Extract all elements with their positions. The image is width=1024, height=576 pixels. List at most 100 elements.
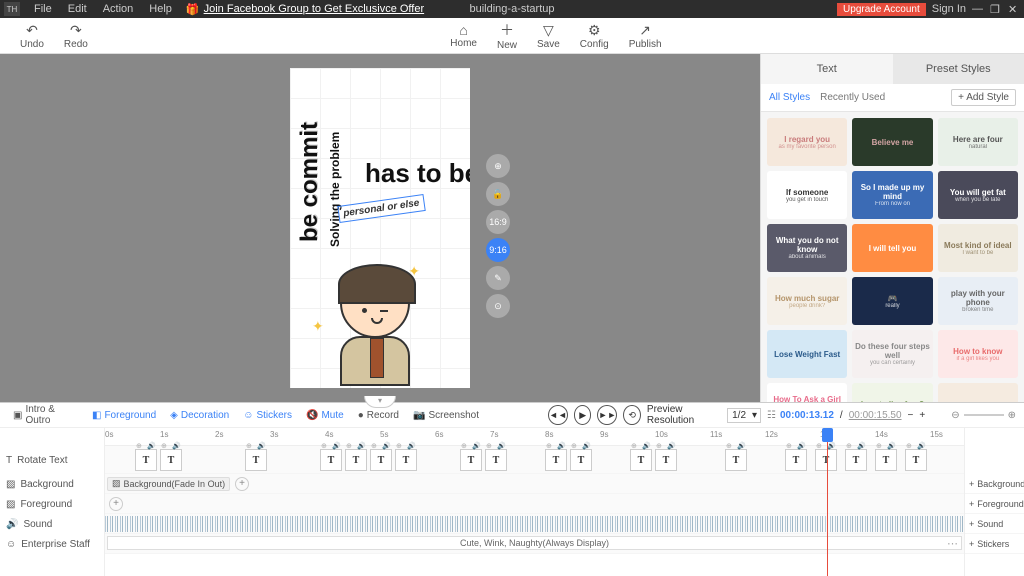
background-track[interactable]: ▨Background(Fade In Out) + <box>105 474 964 494</box>
style-card[interactable]: How much sugarpeople drink? <box>767 277 847 325</box>
add-foreground-button[interactable]: + Foreground <box>965 494 1024 514</box>
stickers-button[interactable]: ☺ Stickers <box>238 410 297 421</box>
save-button[interactable]: ▽Save <box>527 22 570 50</box>
style-card[interactable]: So I made up my mindFrom now on <box>852 171 932 219</box>
time-minus[interactable]: − <box>908 410 914 421</box>
style-card[interactable]: You will get fatwhen you be late <box>938 171 1018 219</box>
foreground-track[interactable]: + <box>105 494 964 514</box>
track-label-text[interactable]: TRotate Text <box>0 446 104 474</box>
intro-outro-button[interactable]: ▣ Intro & Outro <box>8 404 83 426</box>
text-clip[interactable]: ⊕🔊T <box>460 449 482 471</box>
staff-clip[interactable]: Cute, Wink, Naughty(Always Display) <box>107 536 962 550</box>
text-clip[interactable]: ⊕🔊T <box>630 449 652 471</box>
track-label-staff[interactable]: ☺Enterprise Staff <box>0 534 104 554</box>
config-button[interactable]: ⚙Config <box>570 22 619 50</box>
canvas-text-4[interactable]: has to be <box>365 158 470 189</box>
layers-icon[interactable]: ☷ <box>767 410 776 421</box>
track-label-sound[interactable]: 🔊Sound <box>0 514 104 534</box>
style-card[interactable]: If someoneyou get in touch <box>767 171 847 219</box>
undo-button[interactable]: ↶Undo <box>10 22 54 50</box>
zoom-slider[interactable] <box>964 414 1004 416</box>
zoom-in-icon[interactable]: ⊕ <box>1008 410 1016 421</box>
text-clip[interactable]: ⊕🔊T <box>545 449 567 471</box>
style-card[interactable]: How to knowif a girl likes you <box>938 330 1018 378</box>
redo-button[interactable]: ↷Redo <box>54 22 98 50</box>
menu-file[interactable]: File <box>26 3 60 15</box>
style-card[interactable]: What you do not knowabout animals <box>767 224 847 272</box>
canvas[interactable]: and you hav be commit Solving the proble… <box>290 68 470 388</box>
maximize-icon[interactable]: ❐ <box>990 3 1002 15</box>
add-fg-button[interactable]: + <box>109 497 123 511</box>
text-clip[interactable]: ⊕🔊T <box>345 449 367 471</box>
text-clip[interactable]: ⊕🔊T <box>875 449 897 471</box>
style-card[interactable]: I regard youas my favorite person <box>767 118 847 166</box>
style-card[interactable]: Most kind of idealI want to be <box>938 224 1018 272</box>
loop-button[interactable]: ⟲ <box>623 405 641 425</box>
canvas-area[interactable]: and you hav be commit Solving the proble… <box>0 54 760 402</box>
add-stickers-button[interactable]: + Stickers <box>965 534 1024 554</box>
waveform[interactable] <box>105 516 964 532</box>
time-total[interactable]: 00:00:15.50 <box>849 410 902 421</box>
style-card[interactable]: How To Ask a Girl OutAsking her in perso… <box>767 383 847 402</box>
subtab-recently-used[interactable]: Recently Used <box>820 92 885 103</box>
play-button[interactable]: ▶ <box>574 405 592 425</box>
home-button[interactable]: ⌂Home <box>440 22 487 49</box>
text-clip[interactable]: ⊕🔊T <box>725 449 747 471</box>
text-clip[interactable]: ⊕🔊T <box>160 449 182 471</box>
text-clip[interactable]: ⊕🔊T <box>320 449 342 471</box>
text-clip[interactable]: ⊕🔊T <box>905 449 927 471</box>
style-card[interactable]: play with your phonebroken time <box>938 277 1018 325</box>
background-clip[interactable]: ▨Background(Fade In Out) <box>107 477 230 491</box>
playhead[interactable] <box>827 428 828 576</box>
style-card[interactable]: Here are fournatural <box>938 118 1018 166</box>
publish-button[interactable]: ↗Publish <box>619 22 672 50</box>
menu-help[interactable]: Help <box>141 3 180 15</box>
text-clip[interactable]: ⊕🔊T <box>245 449 267 471</box>
zoom-out-icon[interactable]: ⊖ <box>951 410 959 421</box>
style-card[interactable]: Believe me <box>852 118 932 166</box>
menu-action[interactable]: Action <box>95 3 142 15</box>
staff-track[interactable]: Cute, Wink, Naughty(Always Display) ⋯ <box>105 534 964 554</box>
menu-edit[interactable]: Edit <box>60 3 95 15</box>
style-card[interactable]: Lose Weight Fast <box>767 330 847 378</box>
text-clip[interactable]: ⊕🔊T <box>570 449 592 471</box>
mute-button[interactable]: 🔇 Mute <box>301 410 349 421</box>
foreground-button[interactable]: ◧ Foreground <box>87 410 161 421</box>
subtab-all-styles[interactable]: All Styles <box>769 92 810 103</box>
text-clip[interactable]: ⊕🔊T <box>395 449 417 471</box>
style-card[interactable]: How To Be Healthy <box>938 383 1018 402</box>
settings-tool[interactable]: ⊙ <box>486 294 510 318</box>
tab-text[interactable]: Text <box>761 54 893 84</box>
new-button[interactable]: ＋New <box>487 20 527 51</box>
next-button[interactable]: ►► <box>597 405 617 425</box>
add-background-button[interactable]: + Background <box>965 474 1024 494</box>
close-icon[interactable]: ✕ <box>1008 3 1020 15</box>
text-clip[interactable]: ⊕🔊T <box>655 449 677 471</box>
ratio-9-16[interactable]: 9:16 <box>486 238 510 262</box>
signin-button[interactable]: Sign In <box>932 3 966 15</box>
text-clip[interactable]: ⊕🔊T <box>845 449 867 471</box>
minimize-icon[interactable]: — <box>972 3 984 15</box>
style-card[interactable]: how to live free?Worry Less <box>852 383 932 402</box>
lock-tool[interactable]: 🔓 <box>486 182 510 206</box>
track-label-background[interactable]: ▨Background <box>0 474 104 494</box>
canvas-text-2[interactable]: be commit <box>296 122 324 242</box>
record-button[interactable]: ● Record <box>353 410 404 421</box>
style-card[interactable]: I will tell you <box>852 224 932 272</box>
style-card[interactable]: 🎮really <box>852 277 932 325</box>
promo-link[interactable]: Join Facebook Group to Get Exclusivce Of… <box>204 3 425 15</box>
upgrade-button[interactable]: Upgrade Account <box>837 3 926 16</box>
text-clip[interactable]: ⊕🔊T <box>815 449 837 471</box>
text-clip[interactable]: ⊕🔊T <box>370 449 392 471</box>
track-label-foreground[interactable]: ▨Foreground <box>0 494 104 514</box>
text-clip[interactable]: ⊕🔊T <box>785 449 807 471</box>
preview-res-select[interactable]: 1/2 <box>727 408 761 423</box>
prev-button[interactable]: ◄◄ <box>548 405 568 425</box>
pen-tool[interactable]: ✎ <box>486 266 510 290</box>
add-sound-button[interactable]: + Sound <box>965 514 1024 534</box>
time-plus[interactable]: + <box>919 410 925 421</box>
add-bg-button[interactable]: + <box>235 477 249 491</box>
add-style-button[interactable]: + Add Style <box>951 89 1016 106</box>
ratio-16-9[interactable]: 16:9 <box>486 210 510 234</box>
style-card[interactable]: Do these four steps wellyou can certainl… <box>852 330 932 378</box>
